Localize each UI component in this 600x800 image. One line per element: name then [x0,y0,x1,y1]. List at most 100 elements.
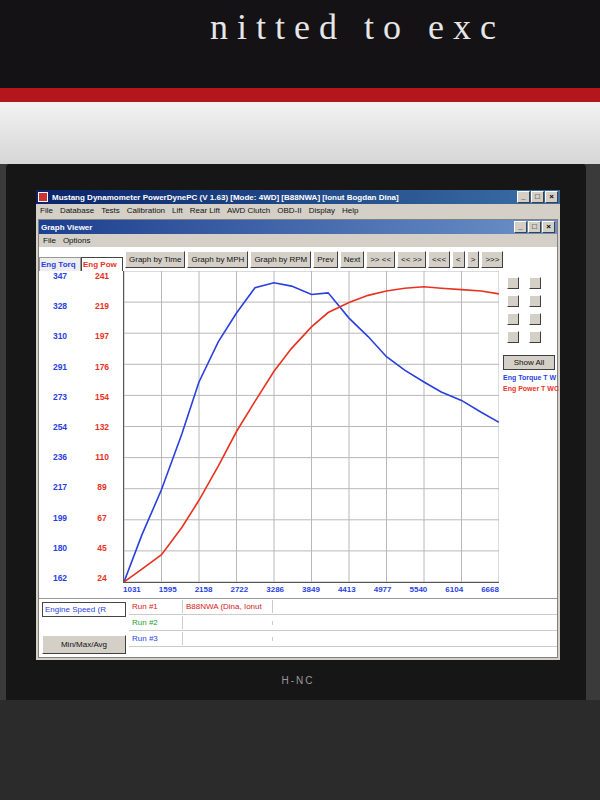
show-all-button[interactable]: Show All [503,355,555,370]
app-titlebar: Mustang Dynamometer PowerDynePC (V 1.63)… [36,190,560,204]
graph-viewer-window: Graph Viewer_□×FileOptionsEng TorqEng Po… [38,219,558,658]
grid-line [124,582,499,583]
y-tick: 199 [53,513,67,523]
scroll-button[interactable] [507,331,519,343]
menu-item[interactable]: OBD-II [277,206,301,215]
menu-item[interactable]: Display [309,206,335,215]
bottom-panel: Engine Speed (R Min/Max/Avg Run #1B88NWA (… [39,598,557,657]
menu-item[interactable]: Database [60,206,94,215]
desk [0,700,600,800]
viewer-titlebar: Graph Viewer_□× [39,220,557,234]
sign-text: nitted to exc [210,6,505,48]
toolbar-button[interactable]: <<< [428,251,450,268]
photo-scene: nitted to exc Mustang Dynamometer PowerDy… [0,0,600,800]
window-control-button[interactable]: × [542,221,555,233]
torque-axis: 347328310291273254236217199180162 [39,271,81,583]
window-control-button[interactable]: _ [517,191,530,203]
menu-item[interactable]: Calibration [127,206,165,215]
run-vehicle: B88NWA (Dina, Ionut [183,600,273,613]
legend-item: Eng Torque T W [503,374,555,381]
y-tick: 217 [53,482,67,492]
grid-line [124,488,499,489]
run-row[interactable]: Run #1B88NWA (Dina, Ionut [129,599,557,615]
scroll-button[interactable] [507,277,519,289]
x-tick: 2158 [195,585,213,595]
y-tick: 24 [97,573,106,583]
wall-sign: nitted to exc [0,0,600,88]
x-tick: 4413 [338,585,356,595]
window-control-button[interactable]: □ [531,191,544,203]
y-tick: 197 [95,331,109,341]
grid-line [124,519,499,520]
viewer-controls: _□× [514,221,555,233]
grid-line [124,550,499,551]
menu-item[interactable]: AWD Clutch [227,206,270,215]
toolbar-button[interactable]: >>> [481,251,503,268]
grid-line [124,395,499,396]
run-vehicle [183,637,273,641]
menu-item[interactable]: Lift [172,206,183,215]
toolbar-button[interactable]: Graph by Time [125,251,185,268]
run-label: Run #2 [129,616,183,629]
min-max-avg-button[interactable]: Min/Max/Avg [42,635,126,654]
menu-item[interactable]: Help [342,206,358,215]
y-tick: 67 [97,513,106,523]
axis-tabs: Eng TorqEng Pow [39,247,123,271]
scroll-button[interactable] [529,295,541,307]
x-tick: 3286 [266,585,284,595]
legend-item: Eng Power T WC [503,385,555,392]
toolbar-button[interactable]: Prev [313,251,337,268]
toolbar: Graph by TimeGraph by MPHGraph by RPMPre… [123,247,557,271]
axis-tab[interactable]: Eng Torq [39,257,81,271]
window-controls: _□× [517,191,558,203]
window-control-button[interactable]: × [545,191,558,203]
grid-line [124,302,499,303]
y-tick: 154 [95,392,109,402]
scroll-button[interactable] [529,277,541,289]
viewer-menu-bar: File Options [39,234,557,247]
graph-area: Eng TorqEng PowGraph by TimeGraph by MPH… [39,247,557,598]
app-icon [38,192,48,202]
toolbar-button[interactable]: < [452,251,465,268]
x-tick: 5540 [410,585,428,595]
grid-line [124,426,499,427]
power-axis: 24121919717615413211089674524 [81,271,123,583]
toolbar-button[interactable]: > [467,251,480,268]
scroll-button[interactable] [529,331,541,343]
x-tick: 2722 [230,585,248,595]
scroll-button[interactable] [529,313,541,325]
toolbar-button[interactable]: << >> [397,251,426,268]
app-menu-bar: File Database Tests Calibration Lift Rear Lif… [36,204,560,217]
menu-item[interactable]: Rear Lift [190,206,220,215]
y-tick: 180 [53,543,67,553]
monitor-bezel: H-NC [36,660,560,700]
run-row[interactable]: Run #2 [129,615,557,631]
window-control-button[interactable]: _ [514,221,527,233]
y-tick: 291 [53,362,67,372]
menu-item[interactable]: File [43,236,56,245]
screen: Mustang Dynamometer PowerDynePC (V 1.63)… [36,190,560,660]
monitor: Mustang Dynamometer PowerDynePC (V 1.63)… [6,164,586,700]
run-row[interactable]: Run #3 [129,631,557,647]
axis-tab[interactable]: Eng Pow [81,257,123,271]
menu-item[interactable]: File [40,206,53,215]
toolbar-button[interactable]: Graph by RPM [250,251,311,268]
toolbar-button[interactable]: Graph by MPH [187,251,248,268]
y-tick: 241 [95,271,109,281]
y-tick: 273 [53,392,67,402]
menu-item[interactable]: Tests [101,206,120,215]
y-tick: 162 [53,573,67,583]
x-axis-select[interactable]: Engine Speed (R [42,602,126,617]
run-vehicle [183,621,273,625]
window-control-button[interactable]: □ [528,221,541,233]
grid-line [124,364,499,365]
app-title: Mustang Dynamometer PowerDynePC (V 1.63)… [52,193,513,202]
toolbar-button[interactable]: Next [340,251,364,268]
menu-item[interactable]: Options [63,236,91,245]
sign-stripe [0,88,600,102]
scroll-button[interactable] [507,295,519,307]
toolbar-button[interactable]: >> << [366,251,395,268]
scroll-button[interactable] [507,313,519,325]
x-tick: 6104 [445,585,463,595]
y-tick: 310 [53,331,67,341]
